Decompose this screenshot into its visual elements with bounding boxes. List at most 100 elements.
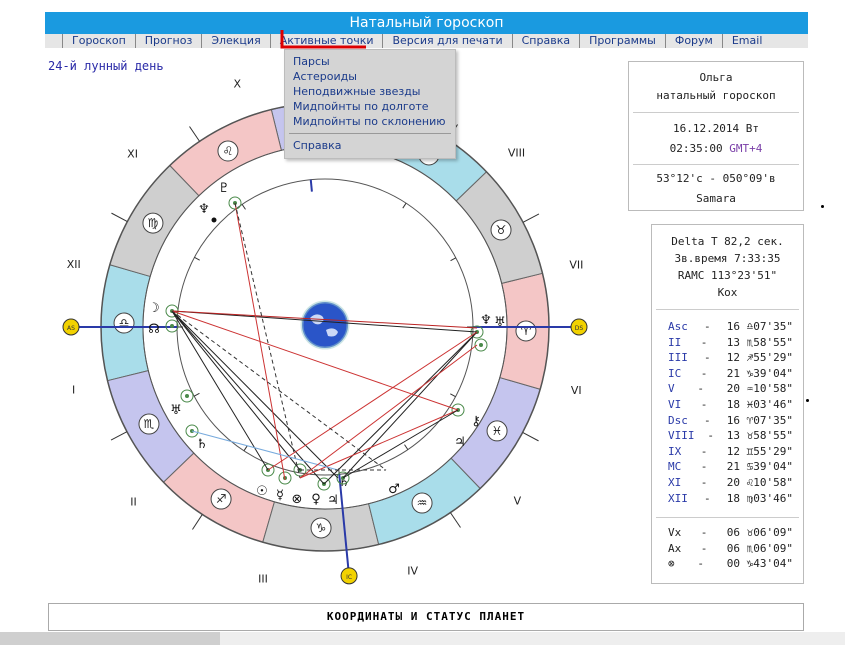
cusp-name: ⊗ [668,557,675,571]
cusp-name: IC [668,366,682,380]
cusp-row: IX - 12 ♊55'29" [668,444,793,460]
house-number: X [234,77,242,90]
house-cusp-tick [111,212,128,223]
house-cusp-tick [450,512,461,528]
dropdown-item-midpoints-declination[interactable]: Мидпойнты по склонению [285,114,455,129]
planet-glyph-icon: ☿ [276,488,284,503]
separator: - [700,366,708,380]
planet-glyph-icon: ♇ [218,181,230,196]
annotation-bracket [280,30,366,49]
zodiac-sign-icon: ♉ [496,223,507,237]
cusp-value: 21 ♋39'04" [726,460,793,474]
house-cusp-tick-inner [243,445,248,452]
cusp-name: IX [668,444,682,458]
dropdown-item-parsy[interactable]: Парсы [285,54,455,69]
planet-glyph-icon: ♅ [170,403,182,418]
dropdown-item-fixed-stars[interactable]: Неподвижные звезды [285,84,455,99]
cusp-value: 06 ♉06'09" [726,526,793,539]
planet-glyph-icon: ♀ [311,492,321,507]
dropdown-item-help[interactable]: Справка [285,138,455,153]
bullet [821,205,824,208]
cusp-row: VIII -13 ♉58'55" [668,428,793,444]
chart-type: натальный гороскоп [656,89,776,102]
cusp-row: Asc - 16 ♎07'35" [668,319,793,335]
dropdown-divider [289,133,451,134]
asc-badge-label: AS [67,325,75,332]
cusps-box: Delta T 82,2 сек. Зв.время 7:33:35 RAMC … [651,224,804,584]
planet-glyph-icon: ♆ [480,313,492,328]
cusp-row: VI - 18 ♓03'46" [668,397,793,413]
planet-glyph-icon: ♅ [494,315,506,330]
person-info-box: Ольга натальный гороскоп 16.12.2014 Вт 0… [628,61,804,211]
cusp-name: V [668,382,675,396]
separator: - [704,413,711,427]
house-number: XII [67,258,81,271]
horizontal-scrollbar-thumb[interactable] [0,632,220,645]
cusp-value: 00 ♑43'04" [726,557,793,571]
dropdown-item-midpoints-longitude[interactable]: Мидпойнты по долготе [285,99,455,114]
house-cusp-tick [522,213,540,223]
cusp-value: 20 ♌10'58" [726,475,793,489]
coordinates: 53°12'с - 050°09'в [656,172,776,185]
house-cusp-tick-inner [193,392,200,397]
cusp-value: 16 ♎07'35" [726,320,793,333]
cusp-value: 12 ♐55'29" [726,351,793,365]
planet-glyph-icon: ⚷ [471,414,481,429]
dropdown-item-asteroids[interactable]: Астероиды [285,69,455,84]
cusp-name: Ax [668,541,682,555]
cusp-row: XII - 18 ♍03'46" [668,491,793,507]
zodiac-sign-icon: ♍ [148,216,159,230]
separator: - [704,351,711,365]
house-cusp-tick [189,126,200,142]
house-cusp-tick-inner [404,444,409,450]
house-number: XI [127,148,138,161]
horizontal-scrollbar-track[interactable] [220,632,845,645]
cusp-name: II [668,335,682,349]
active-points-dropdown: Парсы Астероиды Неподвижные звезды Мидпо… [284,49,456,159]
separator: - [697,557,704,571]
house-cusp-tick [110,431,128,441]
birth-time: 02:35:00 [669,142,723,155]
separator: - [700,460,708,474]
cusp-value: 13 ♉58'55" [726,429,793,443]
cusp-row: Ax - 06 ♏06'09" [668,541,793,557]
house-cusp-tick-inner [402,202,407,209]
separator: - [697,382,704,396]
separator: - [700,526,708,539]
cusp-value: 13 ♏58'55" [726,335,793,349]
cusp-name: Dsc [668,413,688,427]
separator: - [700,397,708,411]
delta-t: Delta T 82,2 сек. [671,235,784,248]
cusp-row: XI - 20 ♌10'58" [668,475,793,491]
house-number: IV [407,565,418,578]
house-cusp-tick-inner [450,257,457,262]
house-number: VI [571,384,582,397]
cusp-value: 16 ♈07'35" [726,413,793,427]
separator: - [704,320,711,333]
mc-axis [309,179,313,192]
point-dot [211,217,217,223]
birth-date: 16.12.2014 Вт [672,122,760,135]
house-number: VII [569,259,583,272]
planet-glyph-icon: ☉ [256,484,268,499]
house-number: VIII [508,147,525,160]
cusp-row: MC - 21 ♋39'04" [668,459,793,475]
cusp-value: 18 ♍03'46" [726,491,793,505]
planet-glyph-icon: ☽ [148,301,160,316]
cusp-name: MC [668,460,682,474]
dsc-badge-label: DS [575,325,584,332]
separator: - [700,541,708,555]
zodiac-sign-icon: ♏ [144,417,155,431]
house-cusp-tick-inner [194,256,200,261]
cusp-name: VIII [668,429,695,443]
zodiac-sign-icon: ♒ [417,496,428,510]
zodiac-sign-icon: ♌ [223,144,234,158]
planet-glyph-icon: ⊗ [292,492,303,507]
cusp-row: V - 20 ♒10'58" [668,381,793,397]
bullet [806,399,809,402]
separator: - [700,444,708,458]
house-cusp-tick-inner [450,393,456,398]
timezone: GMT+4 [729,142,763,155]
cusp-name: Asc [668,320,688,333]
cusp-row: Vx - 06 ♉06'09" [668,525,793,541]
